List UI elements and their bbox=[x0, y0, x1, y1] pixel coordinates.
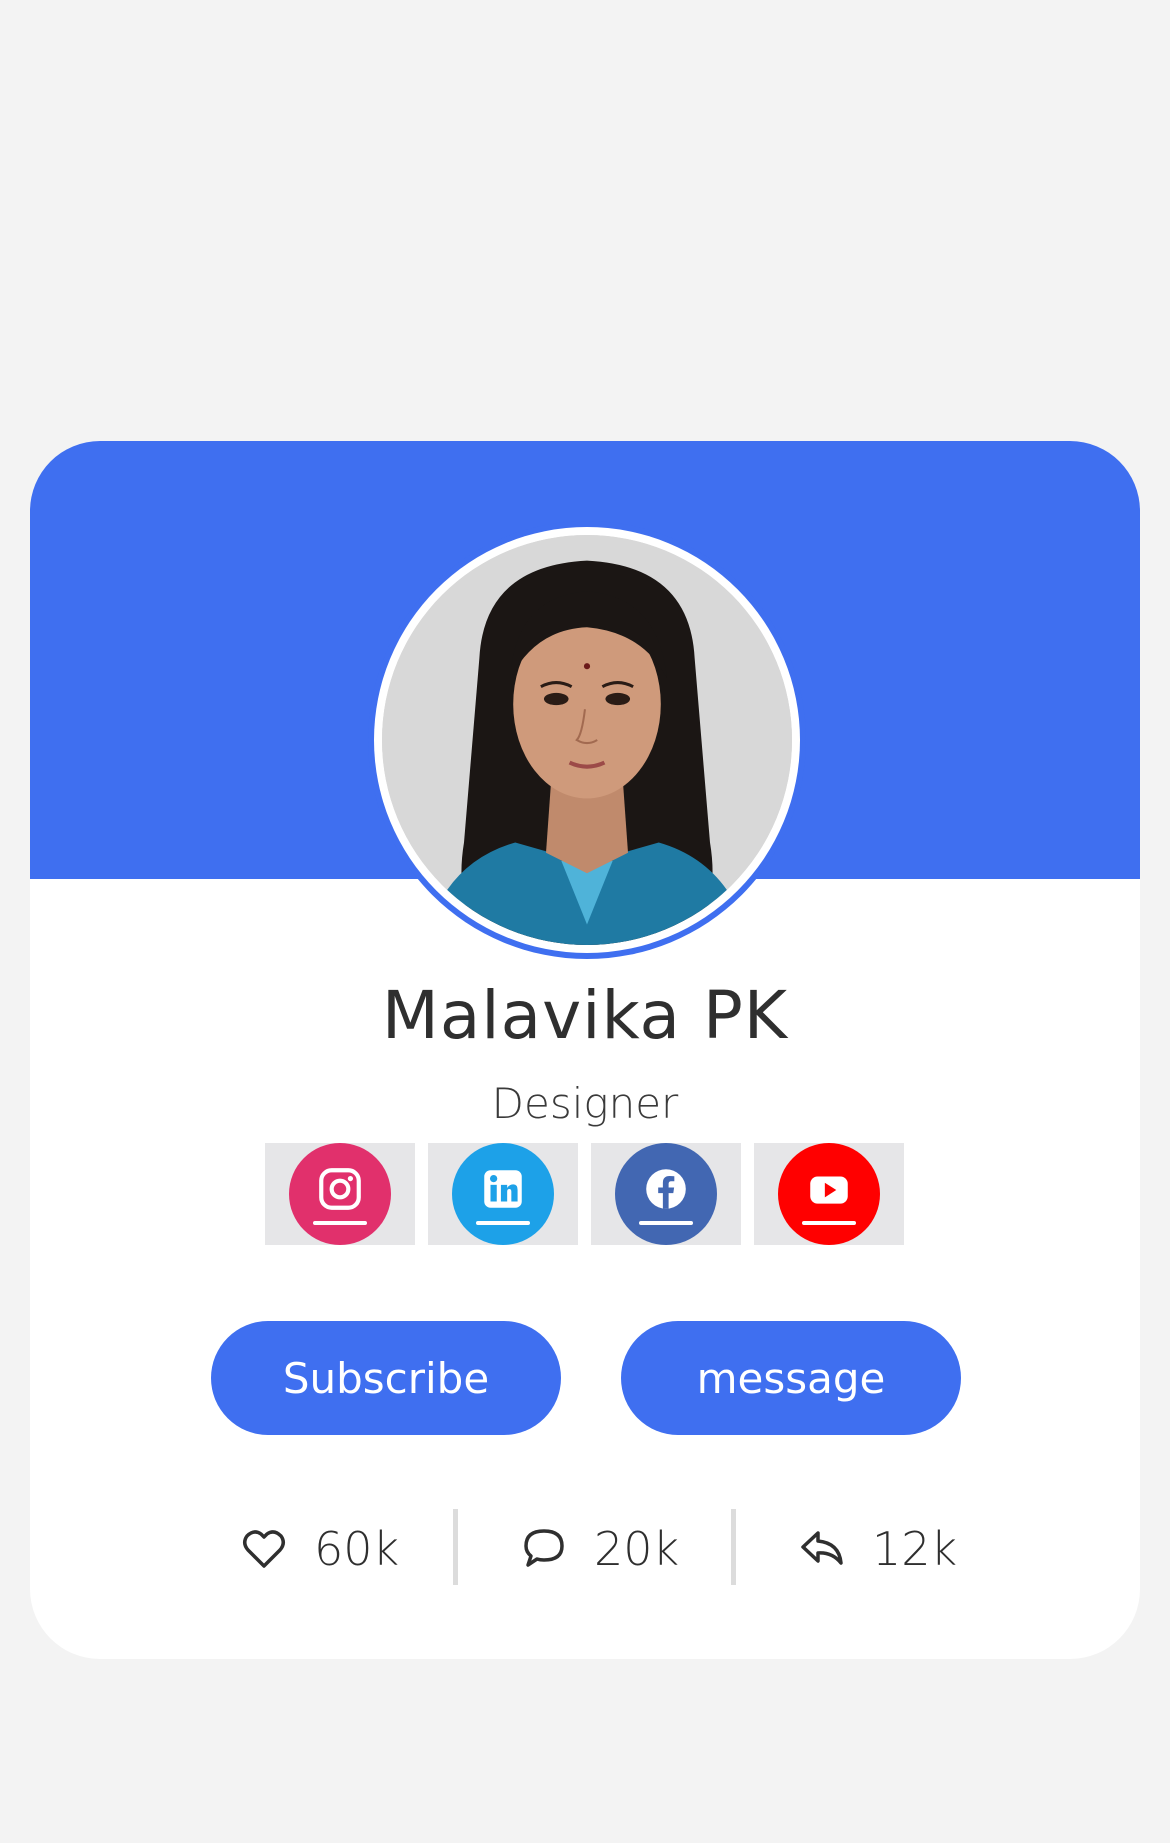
profile-actions: Subscribe message bbox=[211, 1321, 961, 1435]
profile-role: Designer bbox=[491, 1079, 679, 1128]
stat-divider bbox=[453, 1509, 458, 1585]
comments-count: 20k bbox=[594, 1522, 680, 1576]
profile-card: Malavika PK Designer Subscribe message 6… bbox=[30, 441, 1140, 1659]
youtube-badge bbox=[778, 1143, 880, 1245]
avatar-ring bbox=[368, 521, 806, 959]
instagram-badge bbox=[289, 1143, 391, 1245]
profile-name: Malavika PK bbox=[381, 977, 789, 1054]
linkedin-icon bbox=[484, 1170, 522, 1208]
reply-icon bbox=[801, 1531, 843, 1565]
social-links bbox=[265, 1143, 904, 1245]
youtube-link[interactable] bbox=[754, 1143, 904, 1245]
shares-stat[interactable]: 12k bbox=[798, 1509, 957, 1589]
profile-stats: 60k 20k 12k bbox=[30, 1509, 1140, 1589]
instagram-icon bbox=[319, 1168, 361, 1210]
facebook-underline bbox=[639, 1221, 693, 1225]
linkedin-link[interactable] bbox=[428, 1143, 578, 1245]
instagram-link[interactable] bbox=[265, 1143, 415, 1245]
youtube-underline bbox=[802, 1221, 856, 1225]
avatar-photo bbox=[382, 535, 792, 945]
shares-count: 12k bbox=[872, 1522, 958, 1576]
heart-icon bbox=[243, 1530, 285, 1568]
stat-divider bbox=[731, 1509, 736, 1585]
facebook-icon bbox=[646, 1169, 686, 1209]
facebook-link[interactable] bbox=[591, 1143, 741, 1245]
linkedin-badge bbox=[452, 1143, 554, 1245]
comment-icon bbox=[524, 1529, 564, 1567]
likes-count: 60k bbox=[314, 1522, 400, 1576]
linkedin-underline bbox=[476, 1221, 530, 1225]
likes-stat[interactable]: 60k bbox=[240, 1509, 399, 1589]
avatar bbox=[374, 527, 800, 953]
facebook-badge bbox=[615, 1143, 717, 1245]
subscribe-button[interactable]: Subscribe bbox=[211, 1321, 561, 1435]
youtube-icon bbox=[810, 1176, 848, 1204]
comments-stat[interactable]: 20k bbox=[520, 1509, 679, 1589]
instagram-underline bbox=[313, 1221, 367, 1225]
message-button[interactable]: message bbox=[621, 1321, 961, 1435]
